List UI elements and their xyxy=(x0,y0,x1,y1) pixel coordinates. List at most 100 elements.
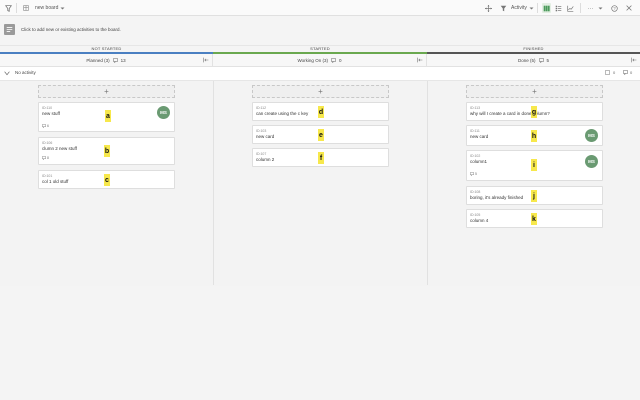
card[interactable]: ID:110 new stuff 6 MS a xyxy=(38,102,175,132)
marker-label: d xyxy=(318,106,324,118)
board-view-icon[interactable] xyxy=(542,3,551,13)
marker-label: f xyxy=(318,152,324,164)
top-bar: new board Activity ... ? xyxy=(0,0,640,16)
move-icon[interactable] xyxy=(485,0,492,16)
card-id: ID:103 xyxy=(256,129,267,133)
comment-icon xyxy=(42,156,46,160)
close-icon[interactable] xyxy=(626,0,632,16)
card-id: ID:105 xyxy=(470,213,481,217)
activity-count-a: 0 xyxy=(613,70,616,75)
add-card-button[interactable]: + xyxy=(466,85,603,98)
card[interactable]: ID:108 boring, it's already finished j xyxy=(466,186,603,205)
card-title: boring, it's already finished xyxy=(470,195,524,200)
collapse-lane-icon[interactable] xyxy=(417,57,423,63)
add-activities-hint[interactable]: Click to add new or existing activities … xyxy=(21,27,121,32)
marker-label: c xyxy=(104,174,110,186)
card-id: ID:107 xyxy=(256,152,267,156)
lane-header-done: Done (5) 5 xyxy=(427,54,640,67)
board-grid-icon xyxy=(23,0,29,16)
card[interactable]: ID:102 column1 5 MS i xyxy=(466,150,603,181)
comment-count: 5 xyxy=(475,172,477,176)
list-view-icon[interactable] xyxy=(555,0,562,16)
card[interactable]: ID:101 col 1 old stuff c xyxy=(38,170,175,189)
card[interactable]: ID:111 new card MS h xyxy=(466,125,603,146)
comment-icon xyxy=(42,124,46,128)
card-title: new stuff xyxy=(42,111,60,116)
card-title: clumn 2 new stuff xyxy=(42,146,77,151)
comment-count: 8 xyxy=(47,156,49,160)
card[interactable]: ID:112 can create using the c key d xyxy=(252,102,389,121)
svg-text:?: ? xyxy=(613,6,616,11)
lane-count: 5 xyxy=(546,57,550,63)
card-title: new card xyxy=(256,134,275,139)
avatar[interactable]: MS xyxy=(157,106,170,119)
card[interactable]: ID:113 why will I create a card in done … xyxy=(466,102,603,121)
card-id: ID:101 xyxy=(42,174,53,178)
marker-label: e xyxy=(318,129,324,141)
board-name[interactable]: new board xyxy=(35,0,58,16)
collapse-lane-icon[interactable] xyxy=(203,57,209,63)
marker-label: k xyxy=(531,213,537,225)
card[interactable]: ID:103 new card e xyxy=(252,125,389,144)
comment-icon xyxy=(538,57,544,63)
card-comments: 6 xyxy=(42,124,49,128)
comment-icon xyxy=(623,70,628,75)
activity-dropdown-icon[interactable] xyxy=(529,0,534,16)
comment-icon xyxy=(112,57,118,63)
card[interactable]: ID:106 clumn 2 new stuff 8 b xyxy=(38,137,175,165)
more-dropdown-icon[interactable] xyxy=(598,0,603,16)
comment-icon xyxy=(331,57,336,63)
activity-menu[interactable]: Activity xyxy=(511,0,527,16)
card-title: new card xyxy=(470,134,489,139)
card-id: ID:112 xyxy=(256,106,267,110)
activity-row-label: No activity xyxy=(15,70,36,75)
board-dropdown-icon[interactable] xyxy=(60,0,65,16)
activity-count-b: 0 xyxy=(630,70,633,75)
lane-header-working-on: Working On (3) 0 xyxy=(213,54,427,67)
more-button[interactable]: ... xyxy=(588,0,594,16)
card-title: col 1 old stuff xyxy=(42,179,69,184)
activity-row xyxy=(0,67,640,81)
chart-view-icon[interactable] xyxy=(567,0,574,16)
add-activities-icon[interactable] xyxy=(4,24,15,35)
marker-label: b xyxy=(104,145,110,157)
comment-icon xyxy=(470,172,474,176)
activity-icon[interactable] xyxy=(500,0,507,16)
filter-icon[interactable] xyxy=(5,0,12,16)
card[interactable]: ID:105 column 4 k xyxy=(466,209,603,228)
card-title: column 4 xyxy=(470,218,489,223)
marker-label: j xyxy=(531,190,537,202)
card-title: column 2 xyxy=(256,157,275,162)
card[interactable]: ID:107 column 2 f xyxy=(252,148,389,167)
chevron-down-icon[interactable] xyxy=(4,71,10,76)
marker-label: g xyxy=(531,106,537,118)
lane-title: Done (5) xyxy=(517,57,536,63)
card-id: ID:111 xyxy=(470,129,480,133)
marker-label: h xyxy=(531,130,537,142)
lane-count: 13 xyxy=(120,57,126,63)
lane-title: Planned (3) xyxy=(86,57,110,63)
card-id: ID:110 xyxy=(42,106,53,110)
lane-header-planned: Planned (3) 13 xyxy=(0,54,213,67)
card-title: column1 xyxy=(470,159,488,164)
avatar[interactable]: MS xyxy=(585,155,598,168)
lane-title: Working On (3) xyxy=(297,57,328,63)
card-title: why will I create a card in done column? xyxy=(470,111,550,116)
marker-label: a xyxy=(105,110,111,122)
comment-count: 6 xyxy=(47,124,49,128)
help-icon[interactable]: ? xyxy=(611,0,618,16)
marker-label: i xyxy=(531,159,537,171)
card-id: ID:108 xyxy=(470,190,481,194)
card-id: ID:113 xyxy=(470,106,481,110)
card-id: ID:102 xyxy=(470,154,481,158)
card-id: ID:106 xyxy=(42,141,53,145)
card-comments: 8 xyxy=(42,156,49,160)
card-title: can create using the c key xyxy=(256,111,309,116)
add-card-button[interactable]: + xyxy=(38,85,175,98)
card-comments: 5 xyxy=(470,172,477,176)
add-card-button[interactable]: + xyxy=(252,85,389,98)
avatar[interactable]: MS xyxy=(585,129,598,142)
checkbox-icon[interactable] xyxy=(605,70,610,75)
lane-count: 0 xyxy=(338,57,342,63)
collapse-lane-icon[interactable] xyxy=(631,57,637,63)
